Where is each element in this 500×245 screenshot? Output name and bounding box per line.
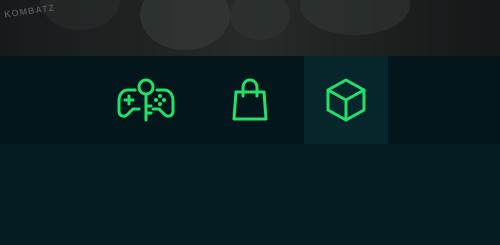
hero-artwork-shape: [300, 0, 410, 35]
shopping-bag-icon: [232, 78, 268, 121]
gamepad-key-icon: [117, 78, 175, 122]
hero-artwork-shape: [140, 0, 230, 50]
hero-banner: KOMBATZ: [0, 0, 500, 56]
content-area: [0, 144, 500, 245]
hero-artwork-shape: [230, 0, 290, 40]
cube-icon: [326, 78, 366, 122]
nav-item-products[interactable]: [304, 56, 388, 144]
nav-item-games[interactable]: [104, 56, 188, 144]
page: KOMBATZ: [0, 0, 500, 245]
nav-item-shop[interactable]: [208, 56, 292, 144]
bottom-nav-bar: [0, 56, 500, 144]
